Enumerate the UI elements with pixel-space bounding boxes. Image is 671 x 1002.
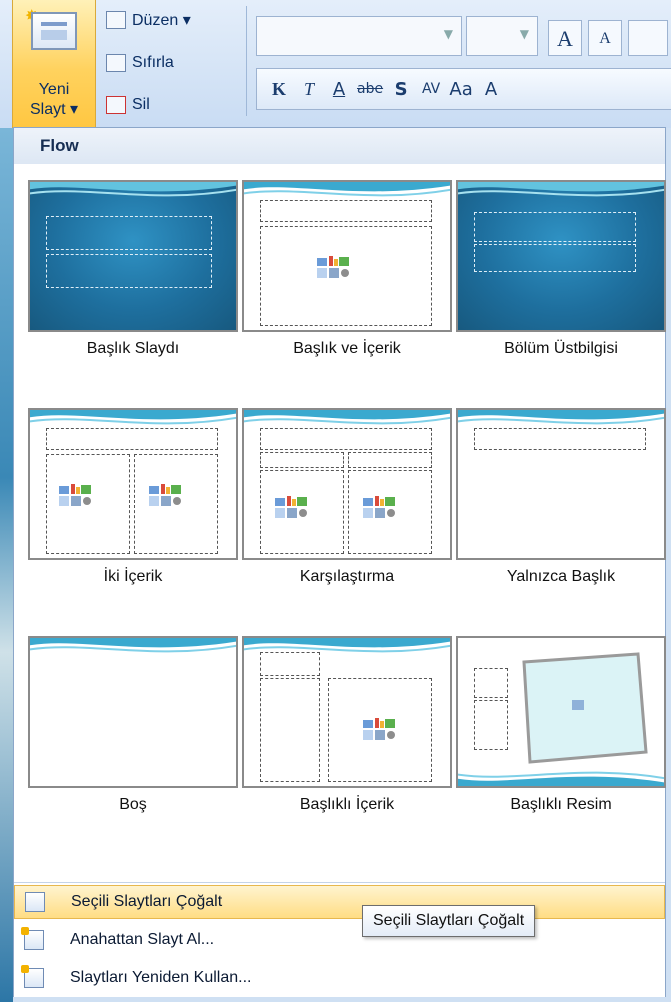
char-spacing-button[interactable]: AV xyxy=(419,81,443,97)
layout-thumbnail xyxy=(242,636,452,788)
reset-icon xyxy=(106,54,126,72)
layout-thumbnail xyxy=(28,180,238,332)
new-slide-dropdown: Flow Başlık Slaydı Başlık ve İçerik Bölü… xyxy=(13,127,666,997)
shrink-font-button[interactable]: A xyxy=(588,20,622,56)
menu-item-label: Seçili Slaytları Çoğalt xyxy=(71,893,223,910)
layout-comparison[interactable]: Karşılaştırma xyxy=(242,408,452,588)
duplicate-slides-icon xyxy=(25,892,45,912)
background-slide-strip xyxy=(0,128,13,1002)
reset-button[interactable]: Sıfırla xyxy=(106,54,174,72)
layout-caption: Boş xyxy=(119,796,147,813)
new-slide-icon xyxy=(31,12,77,50)
menu-item-slides-from-outline[interactable]: Anahattan Slayt Al... xyxy=(14,923,665,957)
content-placeholder-icon xyxy=(59,484,91,506)
theme-header: Flow xyxy=(14,128,665,165)
shrink-font-label: A xyxy=(599,30,611,47)
font-name-dropdown-icon: ▼ xyxy=(443,27,453,41)
font-color-button[interactable]: A xyxy=(479,79,503,100)
layout-thumbnail xyxy=(242,180,452,332)
grow-font-label: A xyxy=(557,26,573,51)
layout-caption: Bölüm Üstbilgisi xyxy=(504,340,618,357)
layout-caption: İki İçerik xyxy=(103,568,163,585)
layout-thumbnail xyxy=(28,408,238,560)
theme-header-label: Flow xyxy=(40,136,79,155)
strikethrough-button[interactable]: abe xyxy=(357,81,383,97)
layout-thumbnail xyxy=(456,636,666,788)
content-placeholder-icon xyxy=(317,256,349,278)
layout-caption: Başlık Slaydı xyxy=(86,340,180,357)
layout-caption: Yalnızca Başlık xyxy=(506,568,616,585)
italic-button[interactable]: T xyxy=(297,79,321,100)
delete-button[interactable]: Sil xyxy=(106,96,150,114)
shadow-button[interactable]: S xyxy=(389,79,413,100)
layout-thumbnail xyxy=(456,408,666,560)
layout-picture-with-caption[interactable]: Başlıklı Resim xyxy=(456,636,666,816)
format-toolbar: K T A abe S AV Aa A xyxy=(256,68,671,110)
underline-button[interactable]: A xyxy=(327,79,351,100)
menu-item-label: Slaytları Yeniden Kullan... xyxy=(70,969,252,986)
layout-thumbnail xyxy=(28,636,238,788)
content-placeholder-icon xyxy=(275,496,307,518)
layout-title-content[interactable]: Başlık ve İçerik xyxy=(242,180,452,360)
new-slide-label-line1: Yeni xyxy=(38,81,70,98)
layout-icon xyxy=(106,11,126,29)
slides-from-outline-icon xyxy=(21,927,44,950)
ribbon-separator xyxy=(246,6,247,116)
layout-blank[interactable]: Boş xyxy=(28,636,238,816)
layout-label: Düzen ▾ xyxy=(132,12,191,29)
content-placeholder-icon xyxy=(363,718,395,740)
new-slide-label-line2: Slayt ▾ xyxy=(29,101,79,118)
grow-font-button[interactable]: A xyxy=(548,20,582,56)
layout-caption: Başlıklı İçerik xyxy=(299,796,395,813)
menu-item-duplicate-slides[interactable]: Seçili Slaytları Çoğalt xyxy=(14,885,665,919)
menu-item-reuse-slides[interactable]: Slaytları Yeniden Kullan... xyxy=(14,961,665,995)
reset-label: Sıfırla xyxy=(132,54,174,71)
change-case-button[interactable]: Aa xyxy=(449,79,473,100)
layout-caption: Başlık ve İçerik xyxy=(293,340,401,357)
layout-button[interactable]: Düzen ▾ xyxy=(106,10,191,30)
font-size-dropdown-icon: ▼ xyxy=(519,27,529,41)
layout-gallery: Başlık Slaydı Başlık ve İçerik Bölüm Üst… xyxy=(14,164,666,882)
wave-decoration-icon xyxy=(458,182,664,197)
wave-decoration-icon xyxy=(30,182,236,197)
menu-item-label: Anahattan Slayt Al... xyxy=(70,931,215,948)
content-placeholder-icon xyxy=(363,496,395,518)
layout-content-with-caption[interactable]: Başlıklı İçerik xyxy=(242,636,452,816)
content-placeholder-icon xyxy=(149,484,181,506)
layout-caption: Karşılaştırma xyxy=(299,568,395,585)
layout-section-header[interactable]: Bölüm Üstbilgisi xyxy=(456,180,666,360)
layout-thumbnail xyxy=(456,180,666,332)
bold-button[interactable]: K xyxy=(267,79,291,100)
delete-label: Sil xyxy=(132,96,150,113)
layout-thumbnail xyxy=(242,408,452,560)
layout-two-content[interactable]: İki İçerik xyxy=(28,408,238,588)
layout-caption: Başlıklı Resim xyxy=(510,796,612,813)
font-name-combo[interactable]: ▼ xyxy=(256,16,462,56)
new-slide-menu: Seçili Slaytları Çoğalt Anahattan Slayt … xyxy=(14,882,665,997)
wave-decoration-icon xyxy=(30,638,236,653)
font-size-combo[interactable]: ▼ xyxy=(466,16,538,56)
new-slide-button[interactable]: ✸ Yeni Slayt ▾ xyxy=(12,0,96,128)
picture-frame-icon xyxy=(522,652,648,764)
clear-format-button[interactable] xyxy=(628,20,668,56)
ribbon: ✸ Yeni Slayt ▾ Düzen ▾ Sıfırla Sil ▼ ▼ A… xyxy=(0,0,671,128)
delete-icon xyxy=(106,96,126,114)
layout-title-only[interactable]: Yalnızca Başlık xyxy=(456,408,666,588)
reuse-slides-icon xyxy=(21,965,44,988)
wave-decoration-icon xyxy=(458,771,664,786)
new-slide-label: Yeni Slayt ▾ xyxy=(13,80,95,120)
layout-title-slide[interactable]: Başlık Slaydı xyxy=(28,180,238,360)
tooltip: Seçili Slaytları Çoğalt xyxy=(362,905,536,937)
